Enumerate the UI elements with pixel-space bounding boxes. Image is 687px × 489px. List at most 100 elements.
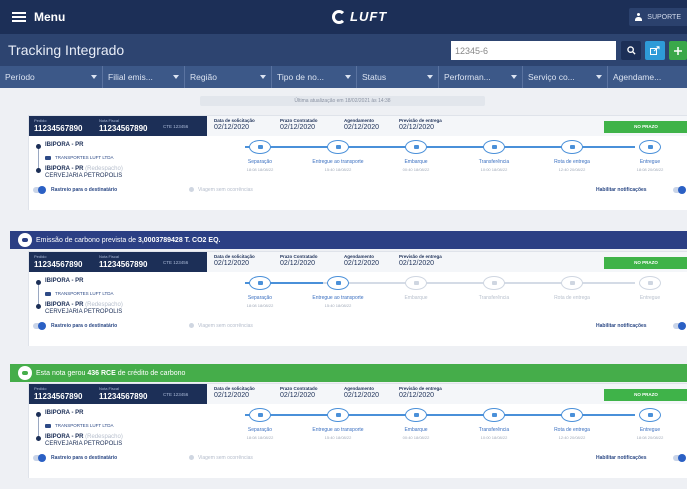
card-body: IBIPORA - PR TRANSPORTES LUFT LTDA IBIPO… [29,272,687,334]
step-date: 18:08 20/08/22 [636,167,664,172]
cte-value: CTE 123456 [163,392,189,397]
logo: LUFT [332,9,387,24]
date-value: 02/12/2020 [214,124,250,131]
destination-city: IBIPORA - PR (Redespacho) [45,302,123,308]
filter-performance[interactable]: Performan... [439,66,523,88]
export-button[interactable] [645,41,665,60]
filter-agendamento[interactable]: Agendame... [608,66,687,88]
user-button[interactable]: SUPORTE [629,8,687,26]
credit-prefix: Esta nota gerou [36,369,88,377]
card-header: Pedido 11234567890 Nota Fiscal 112345678… [29,116,687,136]
add-button[interactable] [669,41,687,60]
notify-toggle[interactable] [673,186,686,194]
date-item: Prazo Contratado 02/12/2020 [280,254,318,267]
filter-label: Serviço co... [528,72,575,82]
search-icon [626,46,636,55]
leaf-icon [18,366,32,380]
hamburger-icon [12,12,26,22]
step-date: 15:40 18/08/22 [324,303,352,308]
truck-icon [45,291,51,296]
menu-button[interactable]: Menu [0,10,65,24]
no-incident-note: Viagem sem ocorrências [189,323,253,329]
card-header: Pedido 11234567890 Nota Fiscal 112345678… [29,384,687,404]
step-icon [327,140,349,154]
date-item: Agendamento 02/12/2020 [344,254,379,267]
filter-label: Status [362,72,387,82]
step-icon [405,276,427,290]
date-value: 02/12/2020 [344,260,380,267]
chevron-down-icon [173,75,179,79]
company-name: CERVEJARIA PETROPOLIS [45,441,123,447]
tracking-steps: Separação 18:08 18/08/22 Entregue ao trans… [245,276,687,316]
step-icon [561,140,583,154]
carbon-credit-banner: Esta nota gerou 436 RCE de crédito de ca… [10,364,687,382]
document-box: Pedido 11234567890 Nota Fiscal 112345678… [29,384,207,404]
date-label: Previsão de entrega [399,386,442,391]
tracking-steps: Separação 18:08 18/08/22 Entregue ao trans… [245,408,687,448]
notify-label: Habilitar notificações [596,187,647,193]
pedido-label: Pedido [34,254,47,259]
credit-value: 436 RCE [87,369,116,377]
user-icon [635,13,643,21]
destination-dot [36,168,41,173]
nf-value: 11234567890 [99,260,148,269]
filter-bar: Período Filial emis... Região Tipo de no… [0,66,687,88]
nf-value: 11234567890 [99,392,148,401]
date-value: 02/12/2020 [280,260,316,267]
notify-toggle[interactable] [673,454,686,462]
destination-name: IBIPORA - PR [45,166,84,172]
step-icon [249,276,271,290]
no-incident-note: Viagem sem ocorrências [189,455,253,461]
filter-filial[interactable]: Filial emis... [103,66,185,88]
menu-label: Menu [34,10,66,24]
nf-label: Nota Fiscal [99,386,120,391]
tracking-steps: Separação 18:08 18/08/22 Entregue ao trans… [245,140,687,180]
filter-servico[interactable]: Serviço co... [523,66,608,88]
step-icon [249,408,271,422]
date-label: Previsão de entrega [399,118,442,123]
origin-dot [36,280,41,285]
notify-label: Habilitar notificações [596,455,647,461]
destination-name: IBIPORA - PR [45,302,84,308]
carrier: TRANSPORTES LUFT LTDA [45,291,114,296]
date-value: 02/12/2020 [399,392,435,399]
date-label: Agendamento [344,254,375,259]
date-label: Prazo Contratado [280,254,318,259]
filter-regiao[interactable]: Região [185,66,272,88]
search-button[interactable] [621,41,641,60]
search-input[interactable] [451,41,616,60]
track-toggle[interactable] [33,454,46,462]
user-label: SUPORTE [647,13,681,21]
status-badge: NO PRAZO [604,121,687,133]
logo-text: LUFT [350,9,388,24]
step-icon [249,140,271,154]
carrier: TRANSPORTES LUFT LTDA [45,155,114,160]
filter-status[interactable]: Status [357,66,439,88]
carrier: TRANSPORTES LUFT LTDA [45,423,114,428]
filter-periodo[interactable]: Período [0,66,103,88]
truck-icon [45,423,51,428]
nf-label: Nota Fiscal [99,118,120,123]
carbon-prefix: Emissão de carbono prevista de [36,236,138,244]
track-label: Rastreio para o destinatário [51,323,118,329]
date-label: Agendamento [344,386,375,391]
date-item: Previsão de entrega 02/12/2020 [399,386,442,399]
page-title: Tracking Integrado [8,42,125,58]
track-toggle[interactable] [33,322,46,330]
shipment-card: Pedido 11234567890 Nota Fiscal 112345678… [28,115,687,210]
shipment-card: Pedido 11234567890 Nota Fiscal 112345678… [28,251,687,346]
destination-name: IBIPORA - PR [45,434,84,440]
carrier-name: TRANSPORTES LUFT LTDA [55,155,114,160]
date-value: 02/12/2020 [399,124,435,131]
credit-suffix: de crédito de carbono [115,369,186,377]
carbon-value: 3,0003789428 T. CO2 EQ. [137,236,221,244]
pedido-value: 11234567890 [34,260,83,269]
step-icon [639,408,661,422]
step-icon [561,276,583,290]
date-value: 02/12/2020 [214,392,250,399]
notify-toggle[interactable] [673,322,686,330]
status-badge: NO PRAZO [604,389,687,401]
filter-tipo[interactable]: Tipo de no... [272,66,357,88]
step-label: Entregue [639,427,661,433]
track-toggle[interactable] [33,186,46,194]
